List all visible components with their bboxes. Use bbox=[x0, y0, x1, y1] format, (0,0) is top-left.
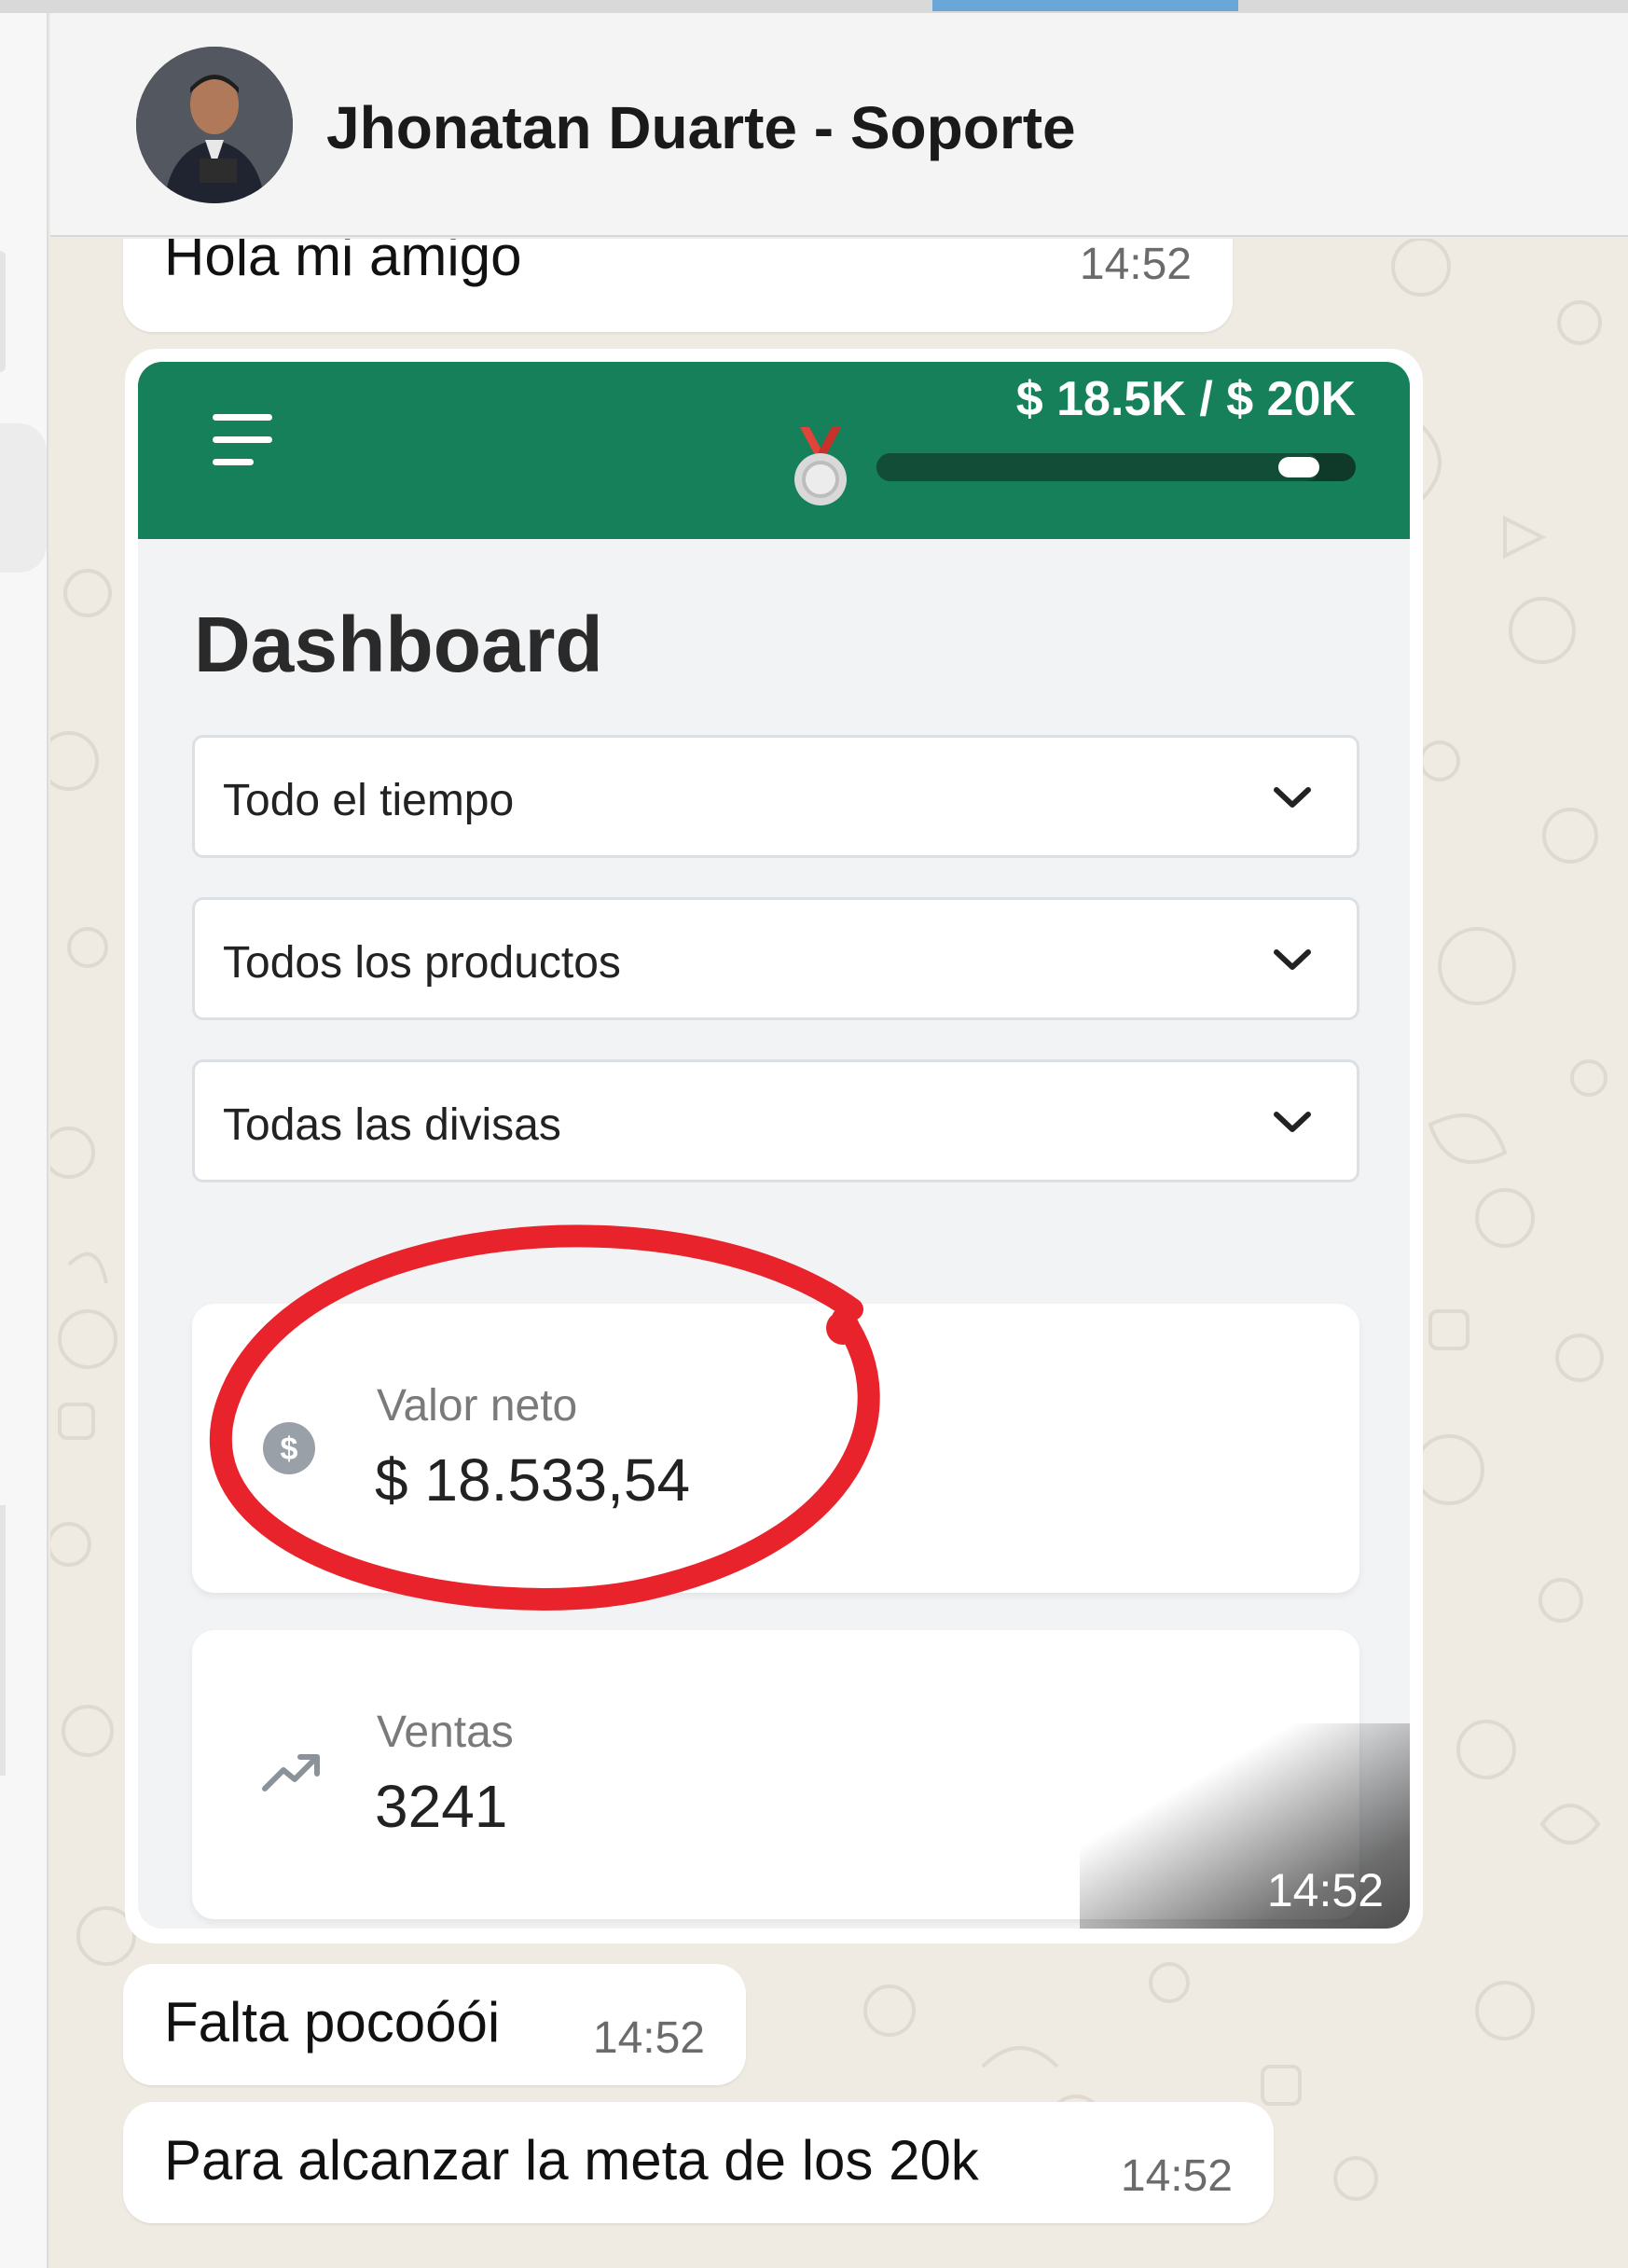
side-tab[interactable] bbox=[0, 423, 47, 573]
active-tab-indicator bbox=[932, 0, 1238, 11]
message-bubble[interactable]: Para alcanzar la meta de los 20k 14:52 bbox=[123, 2102, 1274, 2223]
message-text: Hola mi amigo bbox=[164, 239, 522, 287]
side-tab[interactable] bbox=[0, 251, 6, 372]
chat-area[interactable]: Hola mi amigo 14:52 $ 18.5K / $ 20K Dash… bbox=[50, 239, 1628, 2268]
message-time: 14:52 bbox=[592, 2013, 705, 2063]
message-text: Para alcanzar la meta de los 20k bbox=[164, 2129, 979, 2192]
message-time: 14:52 bbox=[1120, 2151, 1233, 2201]
window-top-bar bbox=[0, 0, 1628, 13]
message-time: 14:52 bbox=[1079, 240, 1192, 289]
message-text: Falta pocoóói bbox=[164, 1991, 501, 2054]
contact-name[interactable]: Jhonatan Duarte - Soporte bbox=[326, 93, 1076, 162]
left-side-panel bbox=[0, 13, 48, 2268]
highlight-ring bbox=[209, 1224, 880, 1611]
side-tab[interactable] bbox=[0, 1505, 6, 1776]
image-message[interactable]: $ 18.5K / $ 20K Dashboard Todo el tiempo… bbox=[125, 349, 1423, 1943]
chat-header[interactable]: Jhonatan Duarte - Soporte bbox=[50, 13, 1628, 237]
message-bubble[interactable]: Falta pocoóói 14:52 bbox=[123, 1964, 746, 2085]
message-bubble[interactable]: Hola mi amigo 14:52 bbox=[123, 239, 1233, 332]
avatar[interactable] bbox=[136, 47, 293, 203]
